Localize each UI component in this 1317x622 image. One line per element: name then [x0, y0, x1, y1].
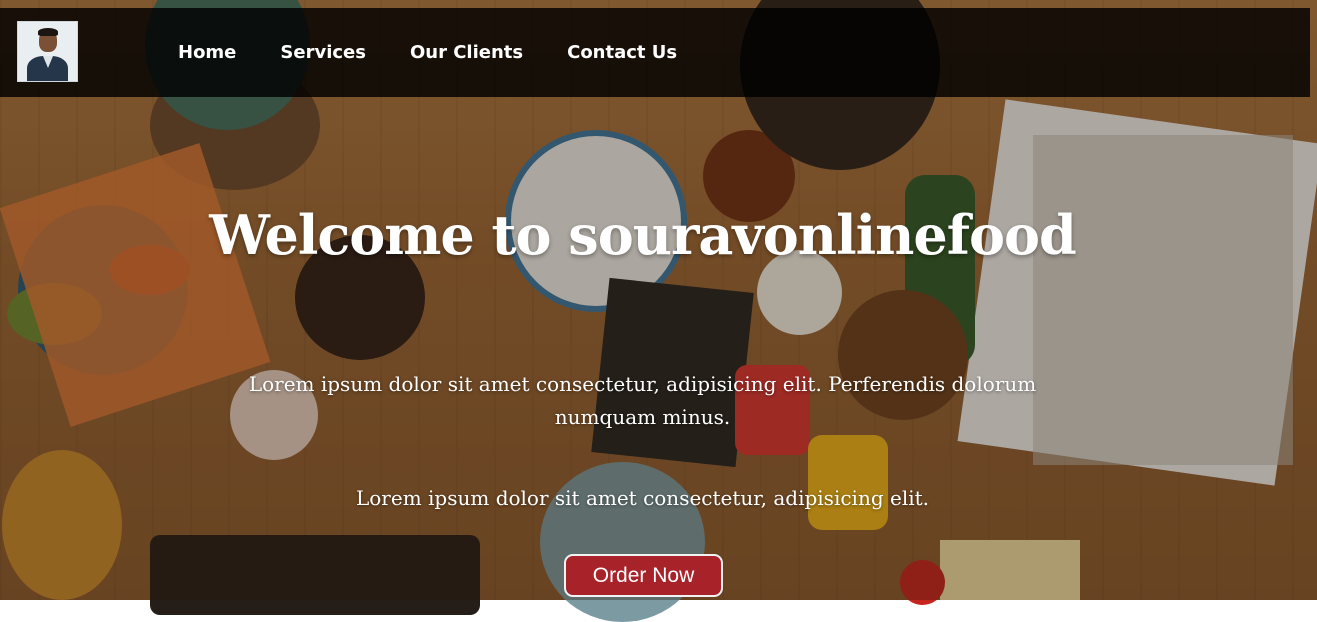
nav-link-home[interactable]: Home [178, 42, 236, 63]
avatar-hair [38, 28, 58, 36]
nav-link-contact-us[interactable]: Contact Us [567, 42, 677, 63]
nav-link-our-clients[interactable]: Our Clients [410, 42, 523, 63]
avatar[interactable] [17, 21, 78, 82]
nav-link-services[interactable]: Services [280, 42, 366, 63]
order-now-button[interactable]: Order Now [564, 554, 723, 597]
hero-paragraph-2: Lorem ipsum dolor sit amet consectetur, … [355, 486, 930, 510]
hero-title: Welcome to souravonlinefood [209, 203, 1077, 267]
navbar: Home Services Our Clients Contact Us [0, 8, 1310, 97]
hero-paragraph-1: Lorem ipsum dolor sit amet consectetur, … [248, 372, 1037, 429]
nav-menu: Home Services Our Clients Contact Us [178, 8, 721, 97]
